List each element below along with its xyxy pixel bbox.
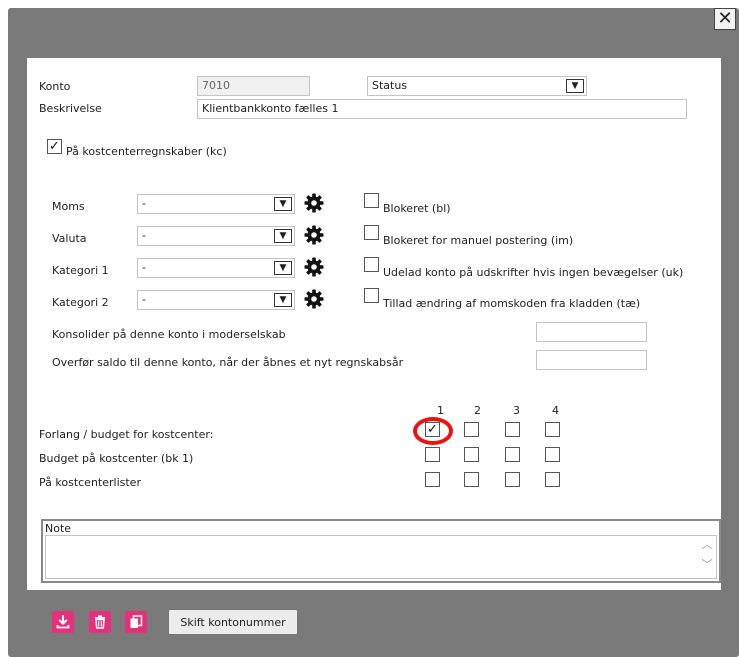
kategori1-value: - [142, 261, 146, 274]
kategori1-label: Kategori 1 [52, 264, 109, 277]
blokeret-manuel-checkbox[interactable] [364, 225, 379, 240]
note-textarea[interactable]: ︿ ﹀ [45, 535, 717, 579]
scroll-down-icon[interactable]: ﹀ [700, 558, 714, 572]
skift-kontonummer-button[interactable]: Skift kontonummer [168, 609, 298, 635]
column-header-1: 1 [437, 404, 444, 417]
chevron-down-icon: ▼ [274, 197, 292, 211]
column-header-4: 4 [552, 404, 559, 417]
gear-icon[interactable] [304, 225, 324, 245]
forlang-budget-checkbox-2[interactable] [464, 422, 479, 437]
konsolider-label: Konsolider på denne konto i moderselskab [52, 328, 286, 341]
chevron-down-icon: ▼ [274, 261, 292, 275]
kostcenterlister-checkbox-4[interactable] [545, 472, 560, 487]
udelad-konto-label: Udelad konto på udskrifter hvis ingen be… [383, 266, 684, 279]
copy-button[interactable] [125, 611, 147, 633]
budget-kostcenter-checkbox-4[interactable] [545, 447, 560, 462]
blokeret-label: Blokeret (bl) [383, 202, 451, 215]
kategori2-select[interactable]: - ▼ [137, 290, 295, 310]
kategori1-select[interactable]: - ▼ [137, 258, 295, 278]
kostcenterlister-checkbox-3[interactable] [505, 472, 520, 487]
status-value: Status [372, 79, 408, 92]
gear-icon[interactable] [304, 193, 324, 213]
udelad-konto-checkbox[interactable] [364, 257, 379, 272]
forlang-budget-label: Forlang / budget for kostcenter: [39, 428, 214, 441]
valuta-select[interactable]: - ▼ [137, 226, 295, 246]
chevron-down-icon: ▼ [274, 229, 292, 243]
kostcenter-label: På kostcenterregnskaber (kc) [66, 145, 227, 158]
kostcenter-checkbox[interactable]: ✓ [47, 139, 62, 154]
gear-icon[interactable] [304, 257, 324, 277]
kostcenterlister-checkbox-1[interactable] [425, 472, 440, 487]
download-icon [56, 615, 70, 629]
copy-icon [130, 615, 143, 628]
trash-icon [95, 615, 105, 629]
overfoer-label: Overfør saldo til denne konto, når der å… [52, 356, 404, 369]
scroll-up-icon[interactable]: ︿ [700, 538, 714, 552]
konsolider-input[interactable] [536, 322, 647, 342]
budget-kostcenter-checkbox-1[interactable] [425, 447, 440, 462]
status-select[interactable]: Status ▼ [367, 76, 587, 96]
note-label: Note [45, 522, 72, 535]
highlight-circle [413, 417, 453, 445]
blokeret-manuel-label: Blokeret for manuel postering (im) [383, 234, 574, 247]
chevron-down-icon: ▼ [566, 79, 584, 93]
kategori2-value: - [142, 293, 146, 306]
tillad-aendring-label: Tillad ændring af momskoden fra kladden … [383, 297, 641, 310]
kostcenterlister-checkbox-2[interactable] [464, 472, 479, 487]
beskrivelse-label: Beskrivelse [39, 102, 102, 115]
moms-label: Moms [52, 200, 85, 213]
beskrivelse-input[interactable]: Klientbankkonto fælles 1 [197, 99, 687, 119]
konto-input[interactable]: 7010 [197, 76, 310, 96]
konto-label: Konto [39, 80, 71, 93]
tillad-aendring-checkbox[interactable] [364, 288, 379, 303]
close-button[interactable]: ✕ [714, 8, 736, 30]
download-button[interactable] [52, 611, 74, 633]
kostcenterlister-label: På kostcenterlister [39, 476, 141, 489]
forlang-budget-checkbox-3[interactable] [505, 422, 520, 437]
close-icon: ✕ [717, 8, 733, 29]
blokeret-checkbox[interactable] [364, 193, 379, 208]
kategori2-label: Kategori 2 [52, 296, 109, 309]
budget-kostcenter-label: Budget på kostcenter (bk 1) [39, 452, 194, 465]
overfoer-input[interactable] [536, 350, 647, 370]
moms-select[interactable]: - ▼ [137, 194, 295, 214]
valuta-value: - [142, 229, 146, 242]
delete-button[interactable] [89, 611, 111, 633]
chevron-down-icon: ▼ [274, 293, 292, 307]
beskrivelse-value: Klientbankkonto fælles 1 [202, 102, 339, 115]
note-section: Note ︿ ﹀ [41, 519, 721, 583]
skift-kontonummer-label: Skift kontonummer [180, 615, 286, 629]
budget-kostcenter-checkbox-2[interactable] [464, 447, 479, 462]
budget-kostcenter-checkbox-3[interactable] [505, 447, 520, 462]
forlang-budget-checkbox-4[interactable] [545, 422, 560, 437]
column-header-2: 2 [474, 404, 481, 417]
column-header-3: 3 [513, 404, 520, 417]
konto-value: 7010 [202, 79, 230, 92]
moms-value: - [142, 197, 146, 210]
valuta-label: Valuta [52, 232, 87, 245]
gear-icon[interactable] [304, 289, 324, 309]
